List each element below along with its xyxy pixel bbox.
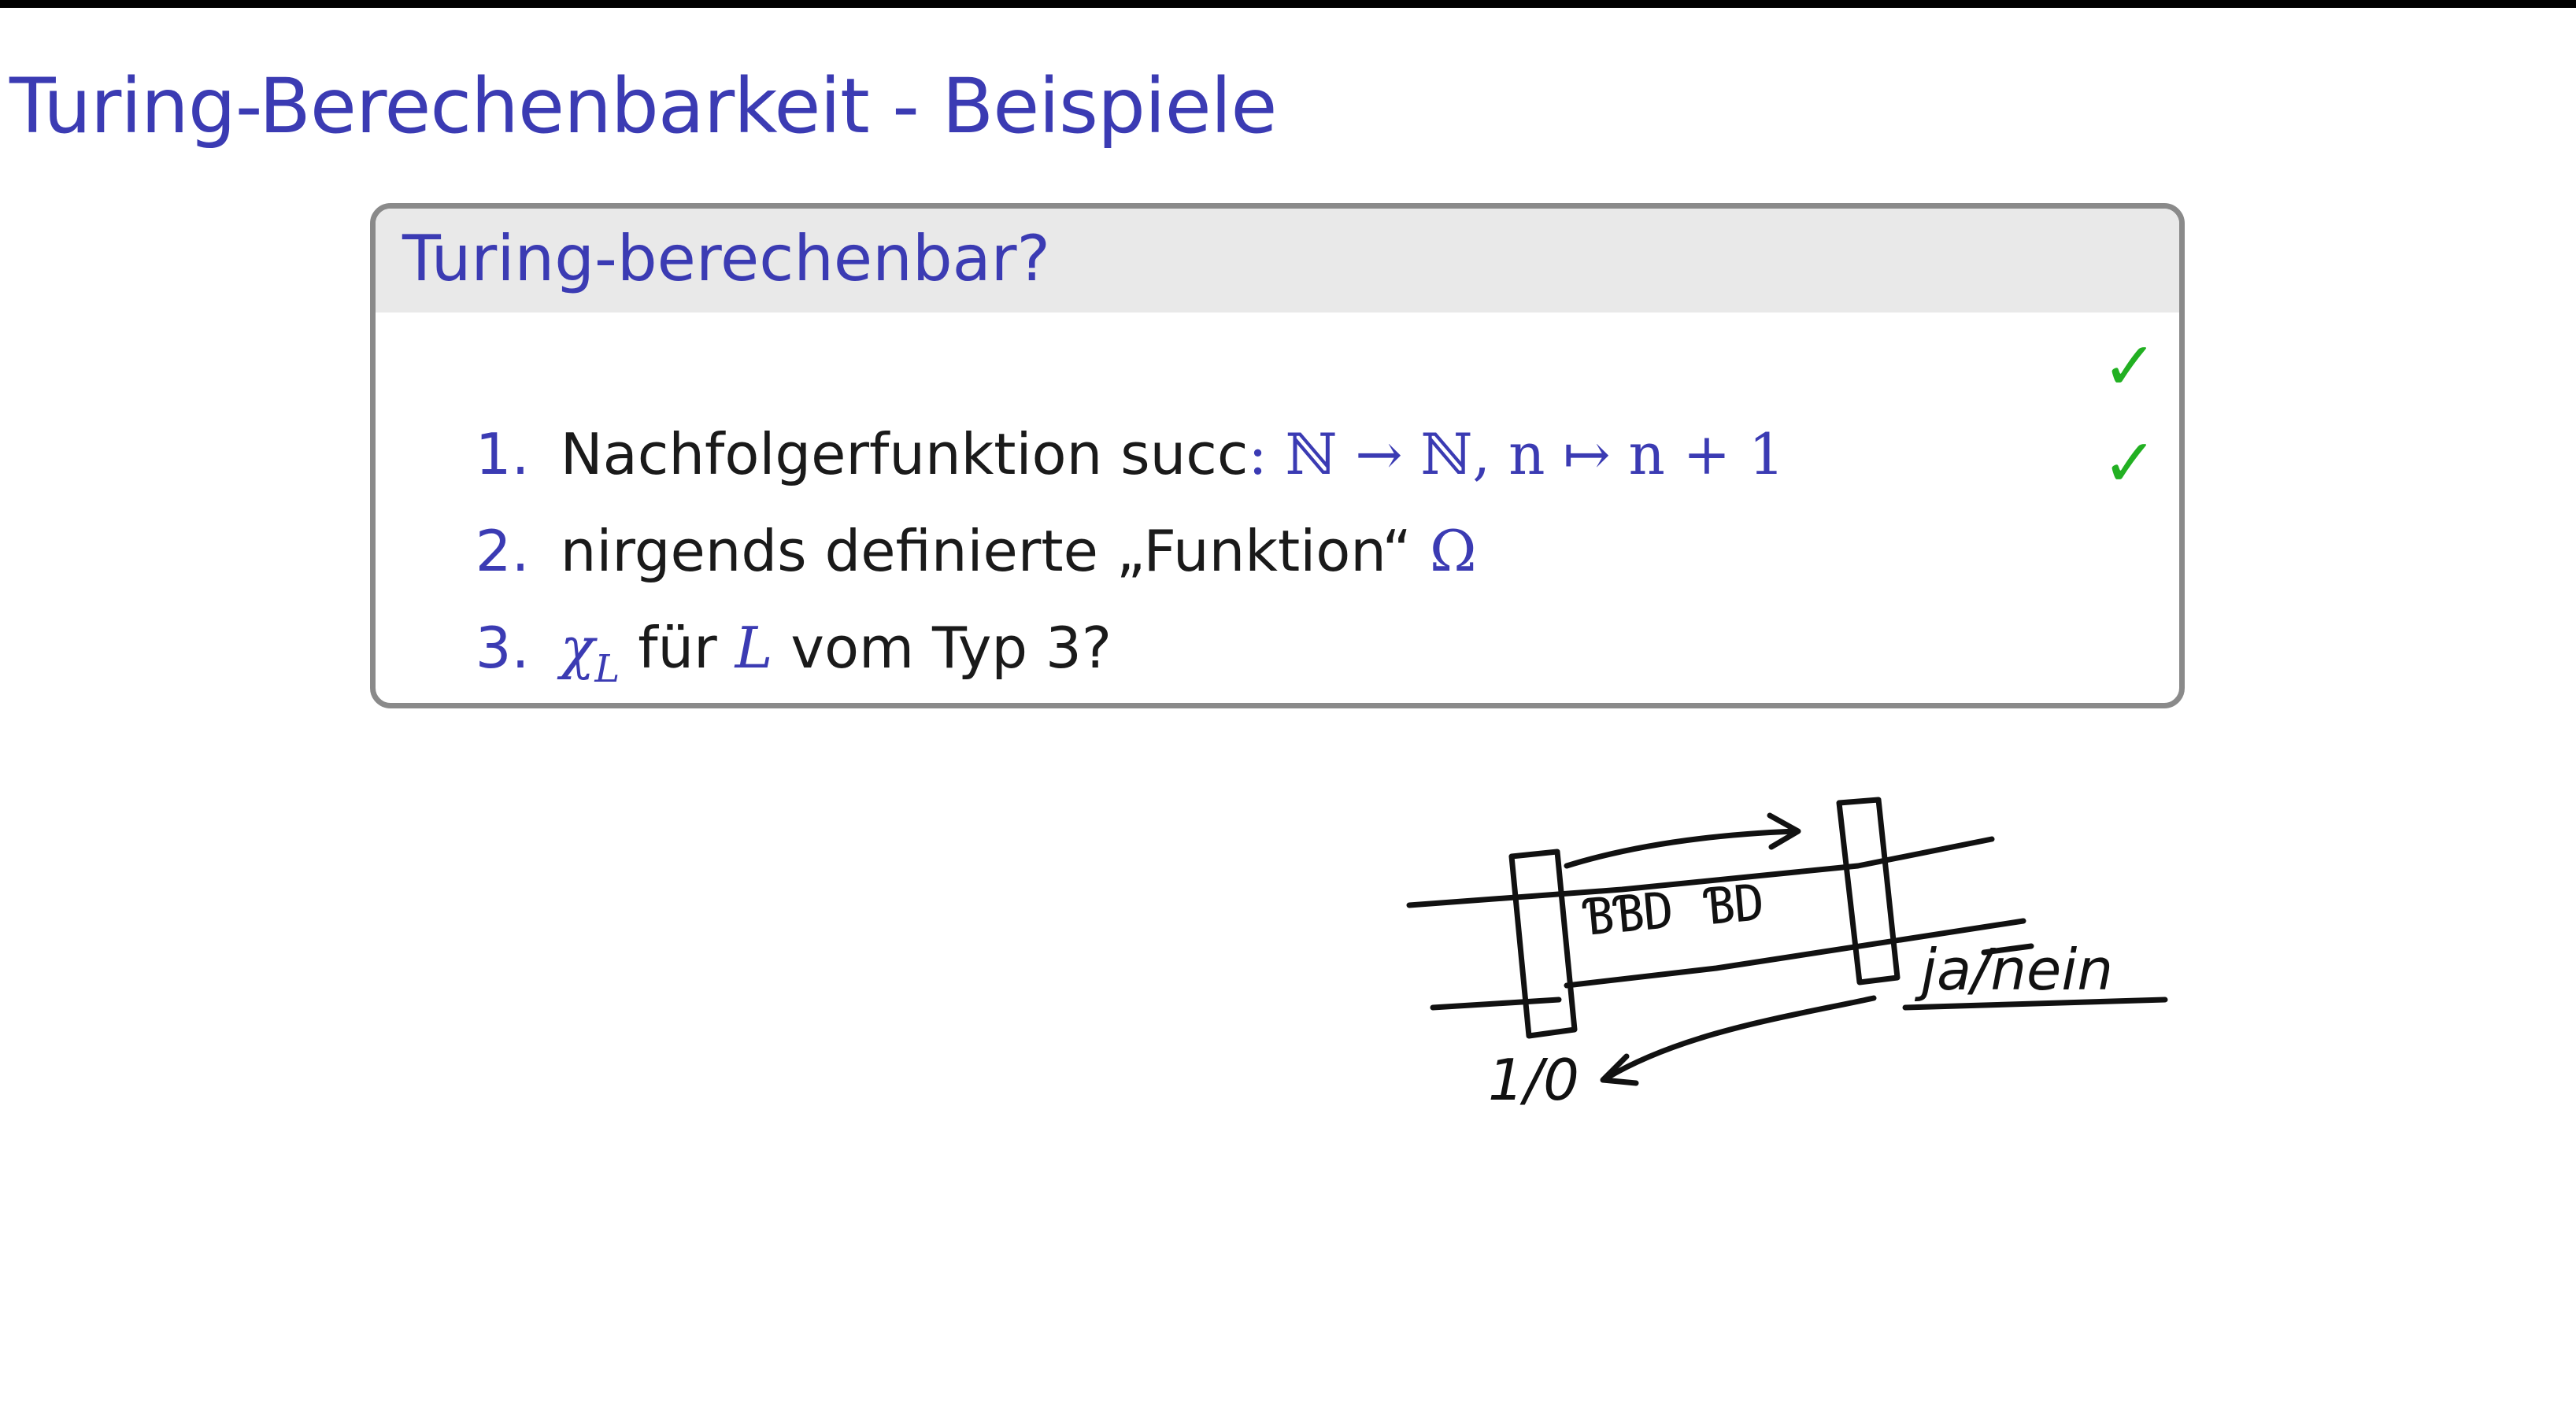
list-item-text-post: vom Typ 3? [790, 615, 1112, 681]
list-item-1: 1. Nachfolgerfunktion succ: ℕ → ℕ, n ↦ n … [439, 324, 1785, 487]
tape-bottom-line [1430, 997, 1562, 1011]
block-header: Turing-berechenbar? [376, 209, 2179, 312]
list-item-text-mid: für [638, 615, 717, 681]
top-arrow [1564, 828, 1798, 869]
left-head-box [1508, 849, 1578, 1039]
output-label: ja/nein [1921, 937, 2113, 1003]
list-item-math-chi: χL [560, 615, 620, 691]
top-bar [0, 0, 2576, 8]
chi-symbol: χ [560, 615, 595, 681]
block-title: Turing-berechenbar? [402, 222, 1051, 295]
chi-subscript: L [594, 647, 620, 691]
list-item-math: Ω [1429, 518, 1477, 584]
list-item-2: 2. nirgends definierte „Funktion“ Ω [439, 421, 1477, 584]
slide-title: Turing-Berechenbarkeit - Beispiele [9, 62, 1277, 150]
input-label: 1/0 [1488, 1047, 1579, 1113]
check-icon: ✓ [2102, 424, 2158, 501]
list-item-number: 3. [475, 615, 530, 681]
bottom-arrow [1603, 995, 1877, 1082]
right-head-box [1836, 797, 1901, 985]
list-item-3: 3. χL für L vom Typ 3? [439, 518, 1112, 691]
check-icon: ✓ [2102, 327, 2158, 405]
list-item-math-L: L [735, 615, 773, 681]
language-symbol: L [735, 615, 773, 681]
